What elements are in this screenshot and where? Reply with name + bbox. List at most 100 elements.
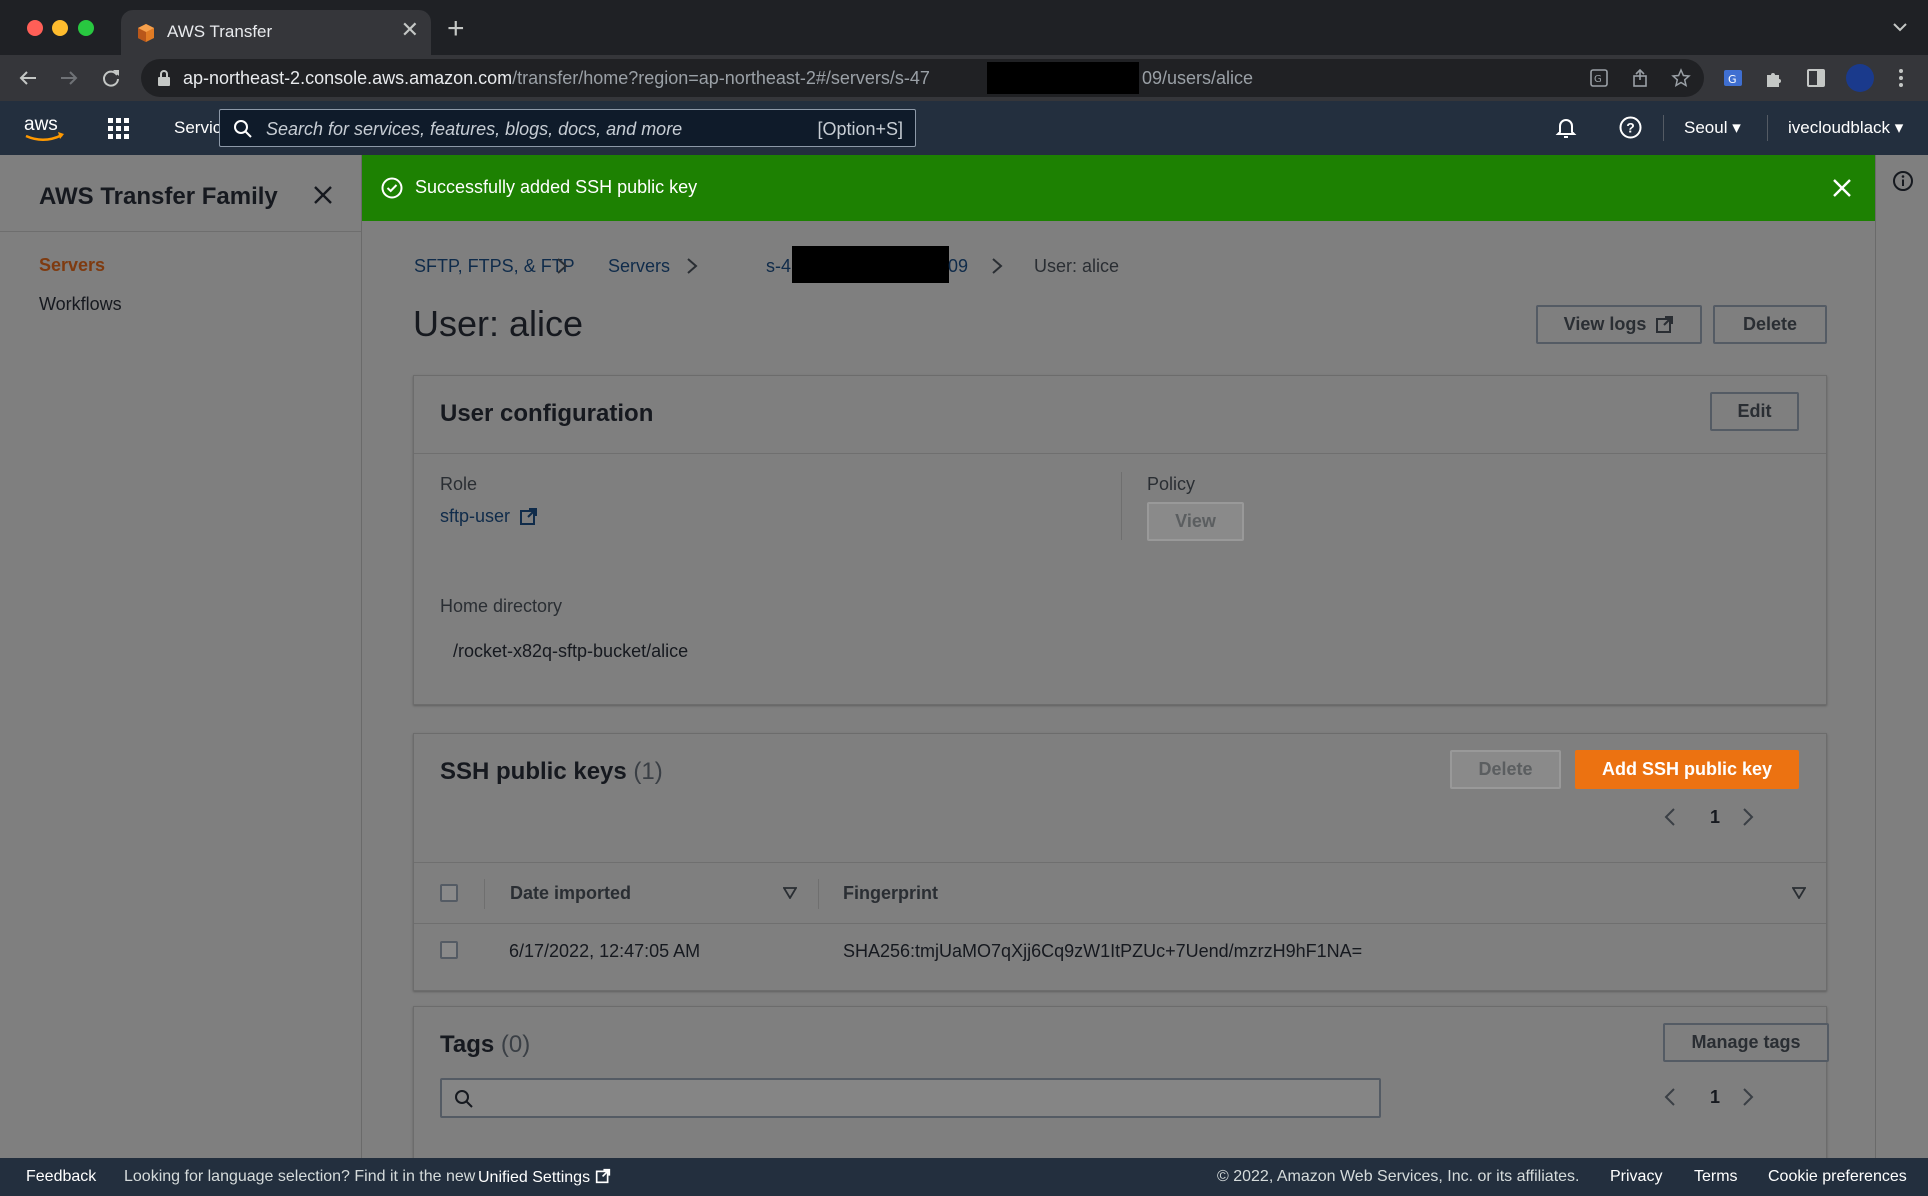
breadcrumb-sftp[interactable]: SFTP, FTPS, & FTP — [414, 256, 575, 277]
url-redaction — [987, 62, 1139, 94]
privacy-link[interactable]: Privacy — [1610, 1168, 1662, 1186]
account-menu[interactable]: ivecloudblack ▾ — [1788, 118, 1903, 138]
svg-text:G: G — [1728, 73, 1737, 86]
role-link[interactable]: sftp-user — [440, 506, 538, 527]
extensions-puzzle-icon[interactable] — [1763, 67, 1785, 89]
window-minimize-button[interactable] — [52, 20, 68, 36]
aws-search-input[interactable]: Search for services, features, blogs, do… — [219, 109, 916, 147]
window-zoom-button[interactable] — [78, 20, 94, 36]
manage-tags-button[interactable]: Manage tags — [1663, 1023, 1829, 1062]
view-logs-button[interactable]: View logs — [1536, 305, 1702, 344]
home-directory-label: Home directory — [440, 596, 563, 616]
policy-label: Policy — [1147, 474, 1196, 494]
share-icon[interactable] — [1630, 68, 1650, 88]
column-fingerprint[interactable]: Fingerprint — [843, 883, 938, 904]
svg-text:?: ? — [1626, 120, 1635, 136]
page-title: User: alice — [413, 303, 584, 344]
chevron-left-icon[interactable] — [1663, 1087, 1677, 1107]
tab-search-chevron-icon[interactable] — [1890, 17, 1910, 37]
translator-extension-icon[interactable]: G — [1722, 67, 1744, 89]
window-close-button[interactable] — [27, 20, 43, 36]
table-header: Date imported Fingerprint — [414, 862, 1826, 924]
panel-title: Tags (0) — [440, 1031, 531, 1058]
breadcrumb-servers[interactable]: Servers — [608, 256, 670, 277]
panel-title: SSH public keys (1) — [440, 758, 663, 785]
chevron-left-icon[interactable] — [1663, 807, 1677, 827]
bookmark-star-icon[interactable] — [1671, 68, 1691, 88]
chevron-right-icon — [687, 258, 698, 274]
unified-settings-link[interactable]: Unified Settings — [478, 1168, 611, 1187]
feedback-link[interactable]: Feedback — [26, 1168, 96, 1186]
aws-logo-text: aws — [24, 114, 58, 135]
breadcrumb-server-id[interactable]: s-4 — [766, 256, 791, 277]
search-icon — [455, 1090, 473, 1108]
row-date-imported: 6/17/2022, 12:47:05 AM — [509, 941, 701, 961]
page-number[interactable]: 1 — [1710, 807, 1720, 828]
tab-title: AWS Transfer — [167, 22, 273, 41]
view-policy-button[interactable]: View — [1147, 502, 1244, 541]
services-grid-icon[interactable] — [108, 118, 129, 139]
region-selector[interactable]: Seoul ▾ — [1684, 118, 1741, 138]
sort-down-icon[interactable] — [1792, 887, 1806, 899]
tab-close-icon[interactable]: ✕ — [401, 19, 419, 41]
main-content: SFTP, FTPS, & FTP Servers s-4 09 User: a… — [362, 221, 1875, 1166]
nav-divider — [1663, 115, 1664, 141]
column-date-imported[interactable]: Date imported — [510, 883, 631, 904]
profile-avatar[interactable] — [1846, 64, 1874, 92]
sidebar-item-workflows[interactable]: Workflows — [39, 294, 122, 315]
copyright-text: © 2022, Amazon Web Services, Inc. or its… — [1217, 1168, 1580, 1185]
success-flash-banner: Successfully added SSH public key — [362, 155, 1875, 221]
add-ssh-public-key-button[interactable]: Add SSH public key — [1575, 750, 1799, 789]
side-nav-title: AWS Transfer Family — [39, 183, 278, 210]
help-icon[interactable]: ? — [1618, 115, 1643, 140]
aws-logo[interactable]: aws — [22, 112, 66, 149]
column-divider — [1121, 472, 1122, 540]
chevron-right-icon[interactable] — [1741, 1087, 1755, 1107]
svg-text:G: G — [1594, 74, 1602, 85]
browser-tab-aws-transfer[interactable]: AWS Transfer ✕ — [121, 10, 431, 55]
new-tab-button[interactable]: + — [447, 14, 465, 44]
lock-icon — [158, 70, 170, 86]
tags-search-input[interactable] — [440, 1078, 1381, 1118]
success-check-icon — [381, 177, 403, 199]
back-arrow-icon[interactable] — [17, 67, 39, 89]
flash-message: Successfully added SSH public key — [415, 177, 698, 197]
info-icon[interactable] — [1892, 170, 1914, 192]
delete-key-button[interactable]: Delete — [1450, 750, 1561, 789]
translate-icon[interactable]: G — [1589, 68, 1609, 88]
chevron-right-icon — [992, 258, 1003, 274]
aws-top-navigation: aws Services Search for services, featur… — [0, 101, 1928, 155]
forward-arrow-icon[interactable] — [58, 67, 80, 89]
ssh-public-keys-panel: SSH public keys (1) Delete Add SSH publi… — [413, 733, 1827, 991]
role-label: Role — [440, 474, 478, 494]
column-divider — [484, 879, 485, 909]
tags-panel: Tags (0) Manage tags 1 — [413, 1006, 1829, 1166]
side-navigation: AWS Transfer Family Servers Workflows — [0, 155, 362, 1158]
notifications-bell-icon[interactable] — [1554, 115, 1578, 139]
breadcrumb-server-id-tail[interactable]: 09 — [948, 256, 968, 277]
browser-menu-icon[interactable] — [1890, 67, 1912, 89]
address-bar[interactable]: ap-northeast-2.console.aws.amazon.com/tr… — [141, 59, 1704, 97]
close-icon[interactable] — [1831, 177, 1853, 199]
row-fingerprint: SHA256:tmjUaMO7qXjj6Cq9zW1ItPZUc+7Uend/m… — [843, 941, 1363, 961]
search-icon — [234, 120, 252, 138]
page-number[interactable]: 1 — [1710, 1087, 1720, 1108]
panel-title: User configuration — [440, 400, 654, 427]
aws-box-icon — [138, 24, 154, 42]
reload-icon[interactable] — [100, 67, 122, 89]
edit-button[interactable]: Edit — [1710, 392, 1799, 431]
chevron-right-icon[interactable] — [1741, 807, 1755, 827]
delete-user-button[interactable]: Delete — [1713, 305, 1827, 344]
cookie-preferences-link[interactable]: Cookie preferences — [1768, 1168, 1907, 1186]
terms-link[interactable]: Terms — [1694, 1168, 1738, 1186]
column-divider — [818, 879, 819, 909]
search-shortcut: [Option+S] — [817, 119, 903, 139]
row-checkbox[interactable] — [440, 941, 458, 959]
side-panel-icon[interactable] — [1805, 67, 1827, 89]
close-icon[interactable] — [312, 184, 334, 206]
sidebar-item-servers[interactable]: Servers — [39, 255, 105, 276]
side-nav-divider — [0, 231, 361, 232]
select-all-checkbox[interactable] — [440, 884, 458, 902]
sort-down-icon[interactable] — [783, 887, 797, 899]
browser-tab-bar: AWS Transfer ✕ + — [0, 0, 1928, 55]
